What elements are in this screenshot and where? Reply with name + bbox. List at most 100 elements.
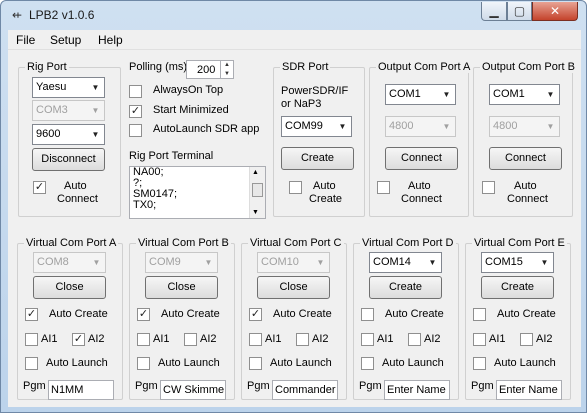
output-a-com-select[interactable]: COM1 ▼ [385, 84, 456, 105]
scroll-thumb[interactable] [252, 183, 263, 197]
virtual-c-ai1-checkbox[interactable] [249, 333, 262, 346]
virtual-e-ai1-checkbox[interactable] [473, 333, 486, 346]
title-bar[interactable]: ⇷ LPB2 v1.0.6 ▁ ▢ ✕ [1, 1, 586, 29]
virtual-e-pgm-input[interactable]: Enter Name [496, 380, 562, 400]
spin-up-icon[interactable]: ▲ [220, 61, 233, 70]
maximize-button[interactable]: ▢ [507, 2, 532, 21]
chevron-down-icon: ▼ [204, 258, 213, 267]
virtual-b-close-button[interactable]: Close [145, 276, 218, 299]
sdr-auto-create-checkbox[interactable] [289, 181, 302, 194]
rig-radio-select[interactable]: Yaesu ▼ [32, 77, 105, 98]
virtual-port-c-label: Virtual Com Port C [248, 237, 344, 249]
virtual-c-auto-launch-checkbox[interactable] [249, 357, 262, 370]
virtual-d-com-select[interactable]: COM14 ▼ [369, 252, 442, 273]
output-a-connect-button[interactable]: Connect [385, 147, 458, 170]
output-b-com-select[interactable]: COM1 ▼ [489, 84, 560, 105]
virtual-c-pgm-input[interactable]: Commander [272, 380, 338, 400]
disconnect-button[interactable]: Disconnect [32, 148, 105, 171]
virtual-c-pgm-label: Pgm [247, 380, 270, 392]
virtual-a-auto-launch-checkbox[interactable] [25, 357, 38, 370]
scroll-down-icon[interactable]: ▼ [252, 209, 259, 216]
virtual-e-ai2-checkbox[interactable] [520, 333, 533, 346]
sdr-com-select[interactable]: COM99 ▼ [281, 116, 352, 137]
virtual-a-pgm-input[interactable]: N1MM [48, 380, 114, 400]
virtual-c-auto-create-label: Auto Create [273, 308, 332, 320]
rig-auto-connect-checkbox[interactable]: ✓ [33, 181, 46, 194]
sdr-port-label: SDR Port [280, 61, 331, 73]
start-minimized-checkbox[interactable]: ✓ [129, 105, 142, 118]
virtual-e-auto-create-label: Auto Create [497, 308, 556, 320]
output-a-connect-label: Connect [401, 193, 442, 205]
sdr-desc-line2: or NaP3 [281, 98, 322, 110]
terminal-scrollbar[interactable]: ▲ ▼ [249, 167, 265, 218]
polling-spinner[interactable]: 200 ▲ ▼ [186, 60, 234, 79]
virtual-d-pgm-input[interactable]: Enter Name [384, 380, 450, 400]
virtual-a-ai1-label: AI1 [41, 333, 58, 345]
output-a-com-value: COM1 [389, 88, 421, 100]
virtual-d-auto-launch-checkbox[interactable] [361, 357, 374, 370]
start-minimized-label: Start Minimized [153, 104, 229, 116]
virtual-a-com-select: COM8 ▼ [33, 252, 106, 273]
virtual-c-close-button[interactable]: Close [257, 276, 330, 299]
virtual-a-ai1-checkbox[interactable] [25, 333, 38, 346]
chevron-down-icon: ▼ [428, 258, 437, 267]
chevron-down-icon: ▼ [92, 258, 101, 267]
virtual-e-com-select[interactable]: COM15 ▼ [481, 252, 554, 273]
virtual-b-pgm-input[interactable]: CW Skimme [160, 380, 226, 400]
virtual-a-auto-launch-label: Auto Launch [46, 357, 108, 369]
output-b-connect-button[interactable]: Connect [489, 147, 562, 170]
virtual-b-auto-create-checkbox[interactable]: ✓ [137, 308, 150, 321]
virtual-b-ai1-checkbox[interactable] [137, 333, 150, 346]
output-a-auto-connect-checkbox[interactable] [377, 181, 390, 194]
menu-setup[interactable]: Setup [50, 33, 81, 47]
virtual-d-ai1-checkbox[interactable] [361, 333, 374, 346]
virtual-c-com-select: COM10 ▼ [257, 252, 330, 273]
virtual-e-create-button[interactable]: Create [481, 276, 554, 299]
minimize-button[interactable]: ▁ [481, 2, 507, 21]
always-on-top-label: AlwaysOn Top [153, 84, 224, 96]
virtual-b-auto-launch-label: Auto Launch [158, 357, 220, 369]
virtual-c-auto-create-checkbox[interactable]: ✓ [249, 308, 262, 321]
menu-bar: File Setup Help [8, 30, 581, 50]
menu-help[interactable]: Help [98, 33, 123, 47]
always-on-top-checkbox[interactable] [129, 85, 142, 98]
terminal-line: TX0; [133, 199, 157, 211]
virtual-b-ai2-checkbox[interactable] [184, 333, 197, 346]
rig-connect-label: Connect [57, 193, 98, 205]
close-button[interactable]: ✕ [532, 2, 578, 21]
rig-auto-label: Auto [64, 180, 87, 192]
virtual-d-ai2-label: AI2 [424, 333, 441, 345]
sdr-create-label: Create [309, 193, 343, 205]
virtual-e-auto-create-checkbox[interactable] [473, 308, 486, 321]
virtual-e-auto-launch-checkbox[interactable] [473, 357, 486, 370]
virtual-b-com-select: COM9 ▼ [145, 252, 218, 273]
virtual-c-ai1-label: AI1 [265, 333, 282, 345]
virtual-d-auto-create-checkbox[interactable] [361, 308, 374, 321]
sdr-auto-label: Auto [313, 180, 336, 192]
virtual-c-ai2-checkbox[interactable] [296, 333, 309, 346]
window-title: LPB2 v1.0.6 [29, 8, 95, 22]
spin-down-icon[interactable]: ▼ [220, 70, 233, 79]
virtual-d-ai2-checkbox[interactable] [408, 333, 421, 346]
autolaunch-sdr-checkbox[interactable] [129, 124, 142, 137]
virtual-a-close-button[interactable]: Close [33, 276, 106, 299]
menu-file[interactable]: File [16, 33, 35, 47]
scroll-up-icon[interactable]: ▲ [252, 169, 259, 176]
virtual-port-a-label: Virtual Com Port A [24, 237, 119, 249]
chevron-down-icon: ▼ [442, 122, 451, 131]
output-port-b-label: Output Com Port B [480, 61, 577, 73]
virtual-d-create-button[interactable]: Create [369, 276, 442, 299]
virtual-b-auto-launch-checkbox[interactable] [137, 357, 150, 370]
virtual-a-ai2-checkbox[interactable]: ✓ [72, 333, 85, 346]
output-b-com-value: COM1 [493, 88, 525, 100]
chevron-down-icon: ▼ [540, 258, 549, 267]
chevron-down-icon: ▼ [442, 90, 451, 99]
chevron-down-icon: ▼ [546, 90, 555, 99]
rig-baud-select[interactable]: 9600 ▼ [32, 124, 105, 145]
app-window: ⇷ LPB2 v1.0.6 ▁ ▢ ✕ File Setup Help Rig … [0, 0, 587, 413]
polling-value: 200 [197, 64, 216, 76]
sdr-create-button[interactable]: Create [281, 147, 354, 170]
virtual-a-auto-create-checkbox[interactable]: ✓ [25, 308, 38, 321]
rig-port-terminal[interactable]: NA00; ?; SM0147; TX0; ▲ ▼ [129, 166, 266, 219]
output-b-auto-connect-checkbox[interactable] [482, 181, 495, 194]
